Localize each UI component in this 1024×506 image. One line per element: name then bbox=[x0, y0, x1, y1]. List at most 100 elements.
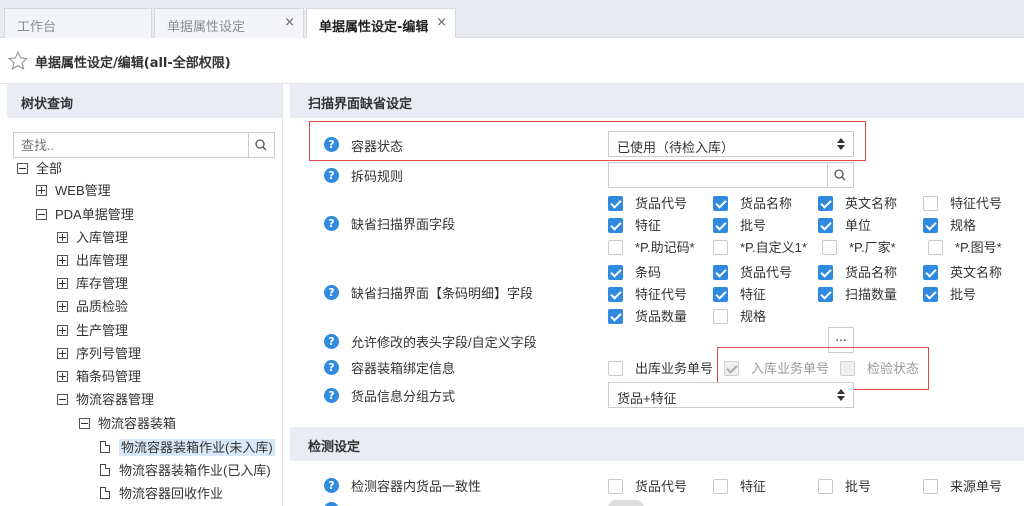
checkbox-item[interactable]: *P.助记码* bbox=[608, 237, 695, 256]
tab-doc-attr-edit[interactable]: 单据属性设定-编辑 × bbox=[306, 8, 456, 38]
help-icon[interactable] bbox=[324, 502, 339, 506]
close-icon[interactable]: × bbox=[284, 15, 295, 30]
checkbox[interactable] bbox=[608, 240, 623, 255]
help-icon[interactable]: ? bbox=[324, 478, 339, 493]
expand-icon[interactable] bbox=[57, 371, 68, 382]
checkbox-item[interactable]: *P.自定义1* bbox=[713, 237, 807, 256]
checkbox[interactable] bbox=[713, 265, 728, 280]
help-icon[interactable]: ? bbox=[324, 216, 339, 231]
checkbox[interactable] bbox=[608, 361, 623, 376]
checkbox-item[interactable]: 来源单号 bbox=[923, 476, 1002, 495]
checkbox[interactable] bbox=[713, 479, 728, 494]
expand-icon[interactable] bbox=[57, 325, 68, 336]
tab-workbench[interactable]: 工作台 bbox=[4, 8, 152, 38]
checkbox-item[interactable]: 货品数量 bbox=[608, 306, 687, 325]
grouping-select[interactable]: 货品+特征 bbox=[608, 382, 854, 408]
help-icon[interactable]: ? bbox=[324, 168, 339, 183]
tree-node-quality[interactable]: 品质检验 bbox=[57, 296, 128, 316]
expand-icon[interactable] bbox=[57, 348, 68, 359]
checkbox[interactable] bbox=[923, 287, 938, 302]
help-icon[interactable]: ? bbox=[324, 334, 339, 349]
tree-node-inbound[interactable]: 入库管理 bbox=[57, 227, 128, 247]
search-icon[interactable] bbox=[827, 163, 853, 187]
tree-node-container-recycle[interactable]: 物流容器回收作业 bbox=[100, 483, 223, 503]
tree-node-box-barcode[interactable]: 箱条码管理 bbox=[57, 366, 141, 386]
checkbox[interactable] bbox=[928, 240, 943, 255]
checkbox[interactable] bbox=[818, 287, 833, 302]
checkbox[interactable] bbox=[713, 218, 728, 233]
checkbox-item[interactable]: 批号 bbox=[923, 284, 976, 303]
checkbox[interactable] bbox=[822, 240, 837, 255]
checkbox[interactable] bbox=[713, 240, 728, 255]
checkbox[interactable] bbox=[713, 196, 728, 211]
help-icon[interactable]: ? bbox=[324, 285, 339, 300]
tree-node-packing-not-stocked[interactable]: 物流容器装箱作业(未入库) bbox=[100, 437, 275, 457]
collapse-icon[interactable] bbox=[17, 163, 28, 174]
checkbox-item[interactable]: 特征代号 bbox=[608, 284, 687, 303]
checkbox-item[interactable]: 货品代号 bbox=[608, 476, 687, 495]
checkbox-item[interactable]: 货品名称 bbox=[818, 262, 897, 281]
checkbox[interactable] bbox=[608, 218, 623, 233]
checkbox[interactable] bbox=[818, 479, 833, 494]
checkbox[interactable] bbox=[608, 265, 623, 280]
toggle-switch[interactable] bbox=[608, 500, 644, 506]
checkbox-item[interactable]: 规格 bbox=[713, 306, 766, 325]
checkbox-item[interactable]: *P.图号* bbox=[928, 237, 1002, 256]
checkbox-item[interactable]: 条码 bbox=[608, 262, 661, 281]
checkbox-item[interactable]: 扫描数量 bbox=[818, 284, 897, 303]
tree-node-production[interactable]: 生产管理 bbox=[57, 320, 128, 340]
checkbox[interactable] bbox=[818, 265, 833, 280]
checkbox-item[interactable]: *P.厂家* bbox=[822, 237, 896, 256]
checkbox-item[interactable]: 特征 bbox=[608, 215, 661, 234]
star-icon[interactable] bbox=[7, 50, 29, 72]
checkbox-item[interactable]: 英文名称 bbox=[923, 262, 1002, 281]
checkbox-item[interactable]: 出库业务单号 bbox=[608, 358, 713, 377]
checkbox-item[interactable]: 货品代号 bbox=[608, 193, 687, 212]
checkbox[interactable] bbox=[818, 196, 833, 211]
expand-icon[interactable] bbox=[57, 255, 68, 266]
checkbox-item[interactable]: 特征 bbox=[713, 284, 766, 303]
tree-node-serial[interactable]: 序列号管理 bbox=[57, 343, 141, 363]
checkbox-item[interactable]: 单位 bbox=[818, 215, 871, 234]
expand-icon[interactable] bbox=[36, 185, 47, 196]
search-icon[interactable] bbox=[248, 133, 274, 157]
checkbox[interactable] bbox=[608, 479, 623, 494]
checkbox[interactable] bbox=[818, 218, 833, 233]
tree-search-input[interactable] bbox=[14, 133, 246, 157]
checkbox-item[interactable]: 特征 bbox=[713, 476, 766, 495]
expand-icon[interactable] bbox=[57, 232, 68, 243]
tree-node-all[interactable]: 全部 bbox=[17, 158, 62, 178]
tree-node-web[interactable]: WEB管理 bbox=[36, 180, 111, 200]
checkbox[interactable] bbox=[713, 287, 728, 302]
checkbox-item[interactable]: 货品代号 bbox=[713, 262, 792, 281]
collapse-icon[interactable] bbox=[36, 209, 47, 220]
checkbox[interactable] bbox=[608, 196, 623, 211]
tree-node-container-mgmt[interactable]: 物流容器管理 bbox=[57, 389, 154, 409]
close-icon[interactable]: × bbox=[436, 15, 447, 30]
checkbox[interactable] bbox=[923, 218, 938, 233]
checkbox[interactable] bbox=[713, 309, 728, 324]
checkbox-item[interactable]: 特征代号 bbox=[923, 193, 1002, 212]
tree-node-pda[interactable]: PDA单据管理 bbox=[36, 204, 134, 224]
tab-doc-attr-settings[interactable]: 单据属性设定 × bbox=[154, 8, 304, 38]
checkbox-item[interactable]: 货品名称 bbox=[713, 193, 792, 212]
help-icon[interactable]: ? bbox=[324, 388, 339, 403]
tree-node-inventory[interactable]: 库存管理 bbox=[57, 273, 128, 293]
collapse-icon[interactable] bbox=[79, 418, 90, 429]
expand-icon[interactable] bbox=[57, 301, 68, 312]
checkbox[interactable] bbox=[923, 479, 938, 494]
checkbox-item[interactable]: 批号 bbox=[818, 476, 871, 495]
split-rule-input[interactable] bbox=[608, 162, 854, 188]
help-icon[interactable]: ? bbox=[324, 360, 339, 375]
checkbox-item[interactable]: 规格 bbox=[923, 215, 976, 234]
expand-icon[interactable] bbox=[57, 278, 68, 289]
checkbox[interactable] bbox=[923, 265, 938, 280]
collapse-icon[interactable] bbox=[57, 394, 68, 405]
checkbox[interactable] bbox=[923, 196, 938, 211]
tree-node-packing-stocked[interactable]: 物流容器装箱作业(已入库) bbox=[100, 460, 271, 480]
tree-node-container-packing[interactable]: 物流容器装箱 bbox=[79, 413, 176, 433]
tree-node-outbound[interactable]: 出库管理 bbox=[57, 250, 128, 270]
checkbox-item[interactable]: 批号 bbox=[713, 215, 766, 234]
checkbox-item[interactable]: 英文名称 bbox=[818, 193, 897, 212]
checkbox[interactable] bbox=[608, 309, 623, 324]
